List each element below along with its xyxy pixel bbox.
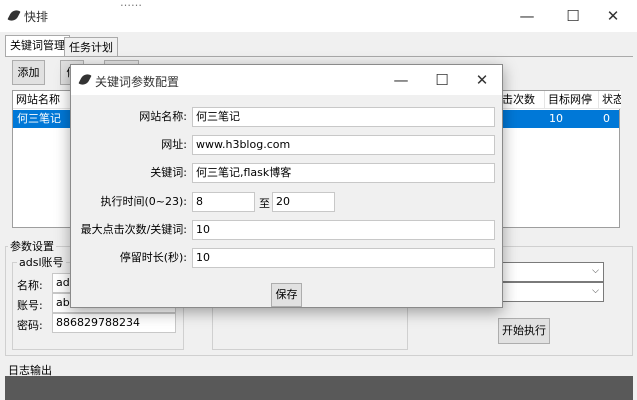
- feather-app-icon: [7, 7, 21, 24]
- dialog-close-icon[interactable]: ✕: [466, 68, 498, 92]
- dialog-title: 关键词参数配置: [95, 75, 180, 89]
- tab-keyword-management[interactable]: 关键词管理: [5, 35, 70, 57]
- adsl-name-label: 名称:: [17, 279, 43, 292]
- table-cell-target: 10: [549, 112, 563, 125]
- tab-task-plan[interactable]: 任务计划: [64, 37, 118, 57]
- behind-window-text: ……: [120, 0, 142, 9]
- maximize-icon[interactable]: ☐: [557, 4, 589, 28]
- setting-combobox-2[interactable]: ⌵: [500, 282, 604, 302]
- window-title: 快排: [24, 10, 49, 24]
- dwell-time-label: 停留时长(秒):: [119, 251, 187, 264]
- column-header-target[interactable]: 目标网停: [545, 91, 599, 109]
- dialog-titlebar[interactable]: 关键词参数配置 — ☐ ✕: [71, 65, 502, 95]
- dwell-time-input[interactable]: 10: [192, 248, 495, 268]
- adsl-account-label: 账号:: [17, 299, 43, 312]
- max-clicks-input[interactable]: 10: [192, 220, 495, 240]
- adsl-group-title: adsl账号: [17, 256, 66, 269]
- time-separator: 至: [259, 197, 270, 210]
- feather-dialog-icon: [78, 71, 92, 88]
- column-header-status[interactable]: 状态: [599, 91, 621, 109]
- table-cell-status: 0: [603, 112, 610, 125]
- execution-time-label: 执行时间(0~23):: [100, 195, 187, 208]
- chevron-down-icon: ⌵: [592, 286, 599, 296]
- log-output-area[interactable]: [5, 376, 633, 400]
- dialog-minimize-icon[interactable]: —: [385, 68, 417, 92]
- adsl-password-input[interactable]: 886829788234: [52, 313, 176, 333]
- setting-combobox-1[interactable]: ⌵: [500, 262, 604, 282]
- site-name-input[interactable]: 何三笔记: [192, 107, 495, 127]
- max-clicks-label: 最大点击次数/关键词:: [80, 223, 187, 236]
- url-label: 网址:: [161, 138, 187, 151]
- keyword-config-dialog[interactable]: 关键词参数配置 — ☐ ✕ 网站名称: 何三笔记 网址: www.h3blog.…: [70, 64, 503, 308]
- column-header-clicks[interactable]: 击次数: [499, 91, 545, 109]
- main-titlebar[interactable]: 快排 …… — ☐ ✕: [0, 0, 637, 32]
- time-start-input[interactable]: 8: [192, 192, 255, 212]
- url-input[interactable]: www.h3blog.com: [192, 135, 495, 155]
- minimize-icon[interactable]: —: [511, 4, 543, 28]
- dialog-maximize-icon[interactable]: ☐: [426, 68, 458, 92]
- keyword-input[interactable]: 何三笔记,flask博客: [192, 163, 495, 183]
- chevron-down-icon: ⌵: [592, 266, 599, 276]
- site-name-label: 网站名称:: [139, 110, 187, 123]
- add-button[interactable]: 添加: [12, 60, 45, 85]
- start-button[interactable]: 开始执行: [498, 318, 550, 344]
- params-group-title: 参数设置: [8, 240, 56, 253]
- save-button[interactable]: 保存: [271, 283, 302, 307]
- adsl-password-label: 密码:: [17, 319, 43, 332]
- time-end-input[interactable]: 20: [272, 192, 335, 212]
- close-icon[interactable]: ✕: [597, 4, 629, 28]
- tab-divider: [5, 56, 633, 57]
- keyword-label: 关键词:: [150, 166, 187, 179]
